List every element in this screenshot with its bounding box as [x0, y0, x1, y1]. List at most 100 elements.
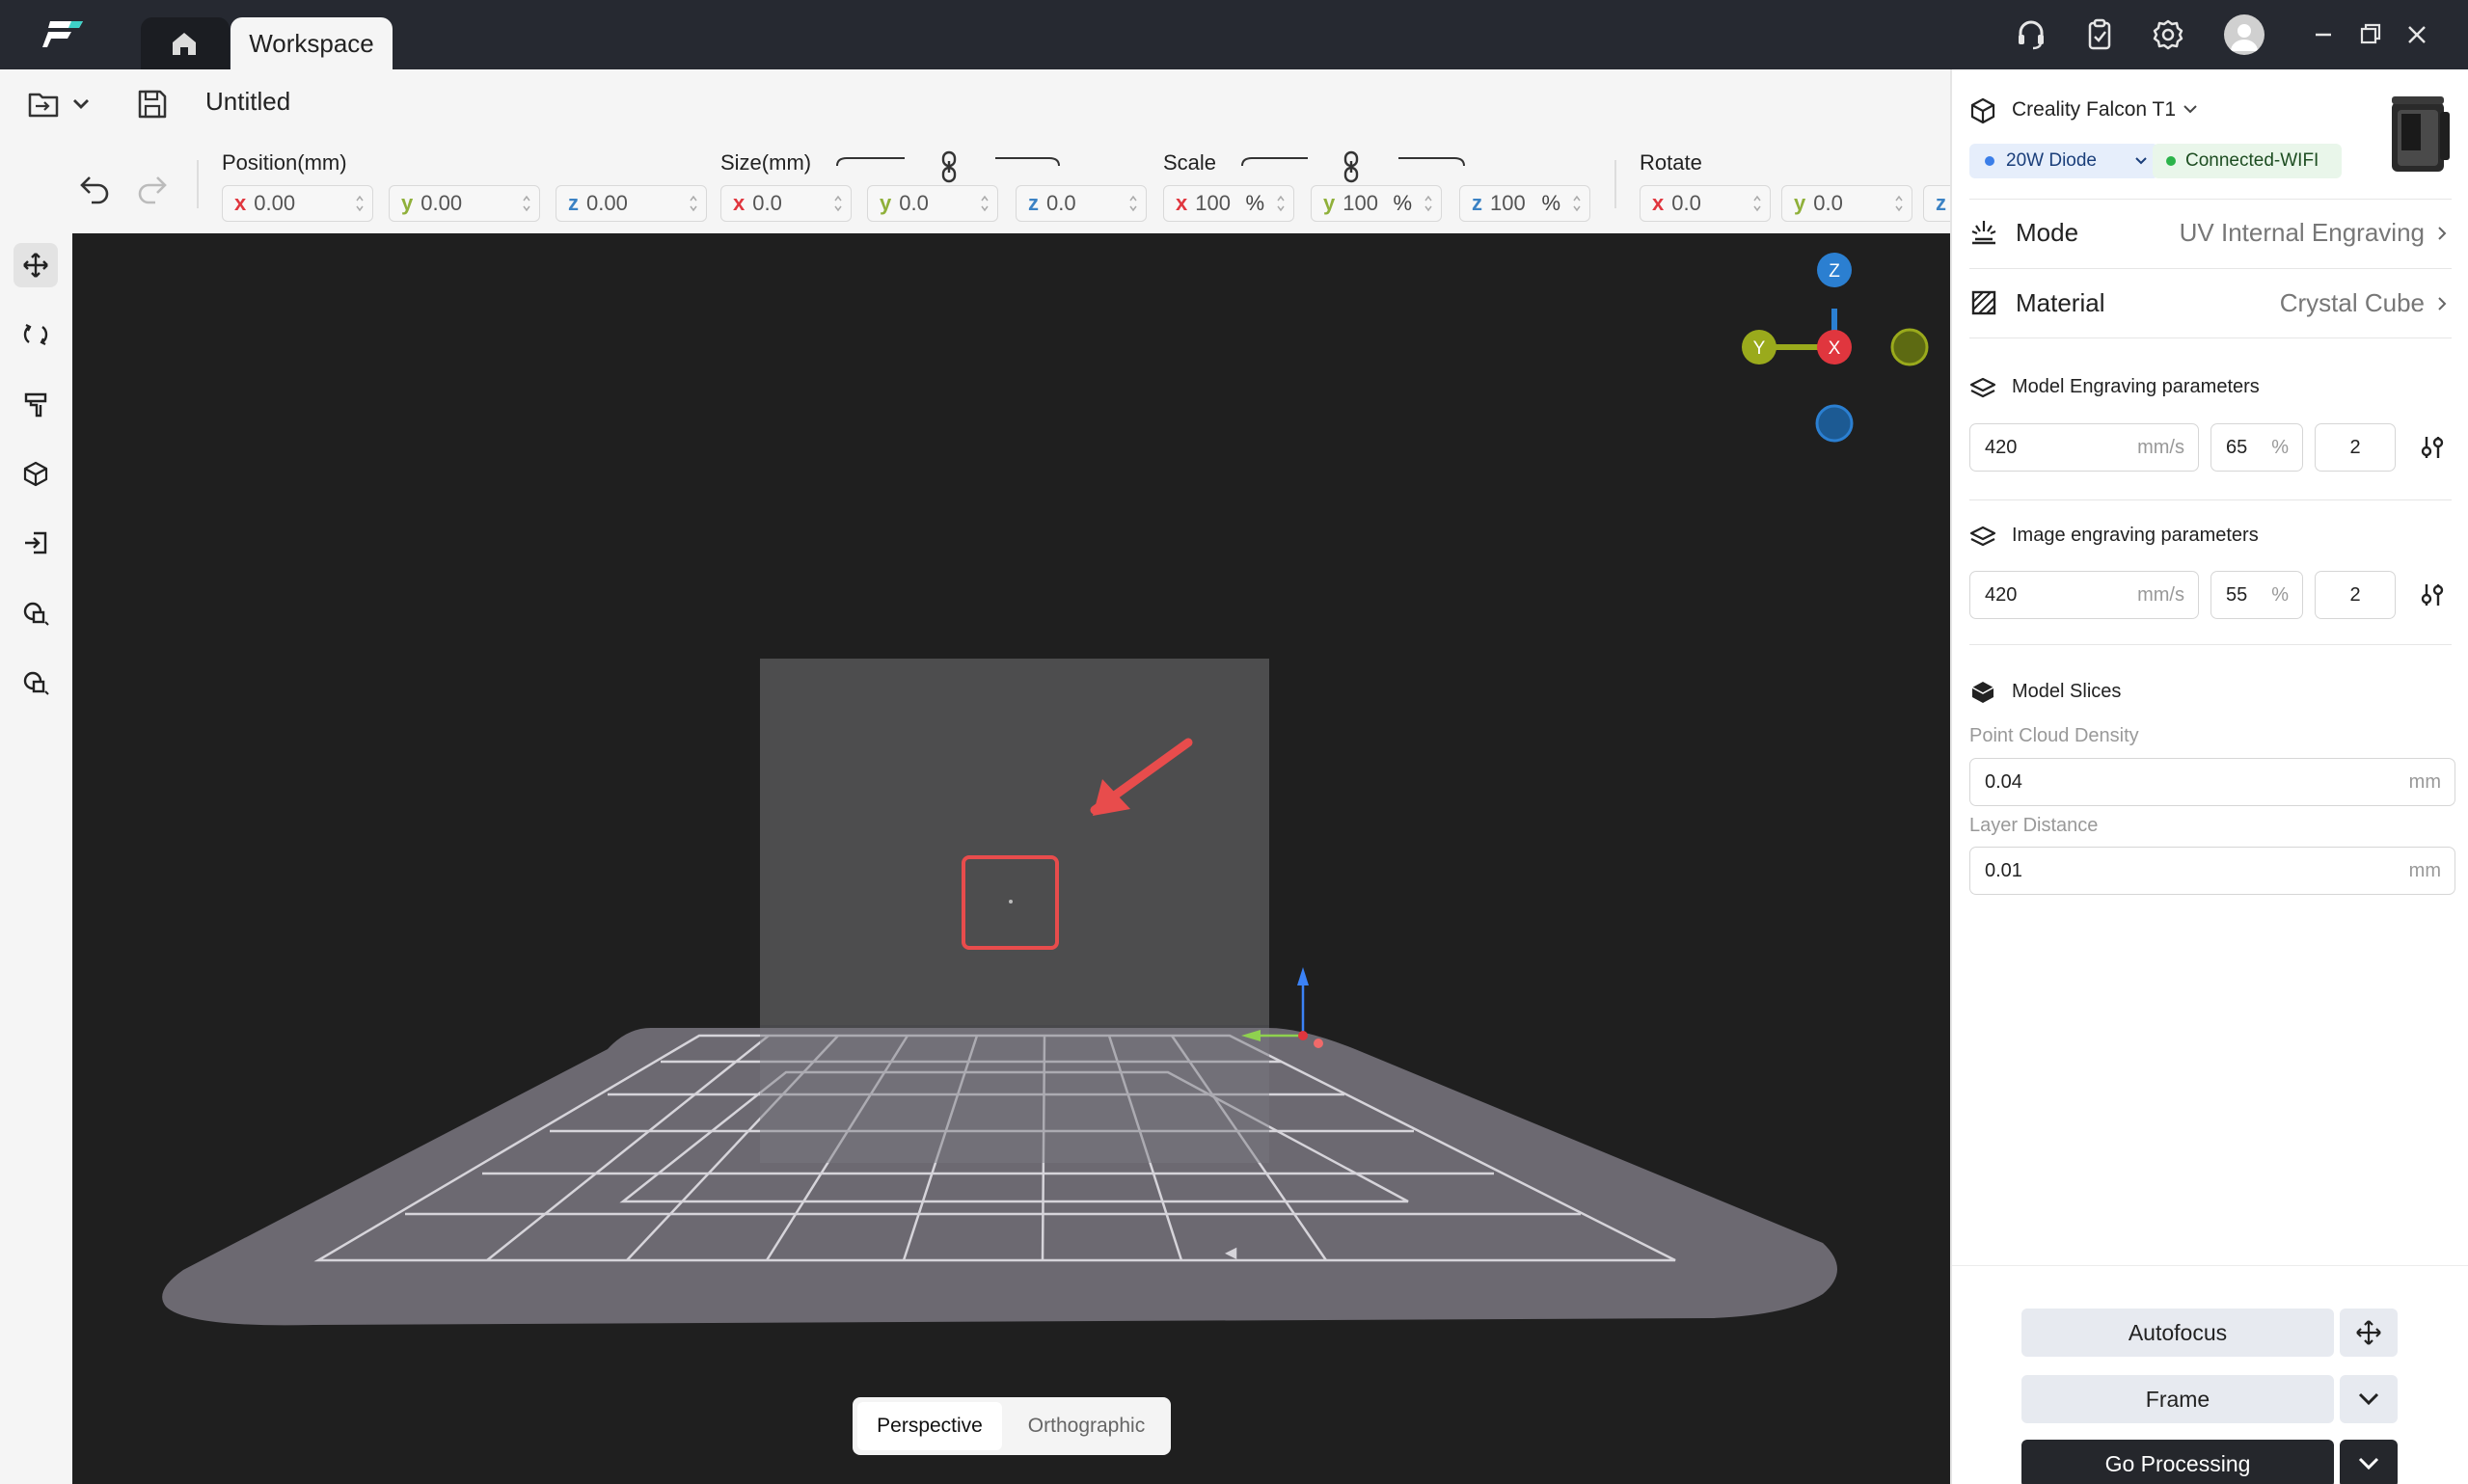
size-y-input[interactable]: y 0.0 [867, 185, 998, 222]
spinner-icon[interactable] [1572, 192, 1582, 215]
mode-row[interactable]: Mode UV Internal Engraving [1969, 199, 2452, 266]
position-x-input[interactable]: x 0.00 [222, 185, 373, 222]
image-passes-input[interactable]: 2 [2315, 571, 2396, 619]
viewport-canvas[interactable]: ◀ Z Y X [72, 233, 1950, 1484]
tune-icon[interactable] [2419, 581, 2446, 608]
power-unit: % [2271, 437, 2289, 458]
user-icon [2231, 24, 2258, 51]
save-icon[interactable] [135, 87, 170, 121]
slices-icon [1971, 682, 1994, 703]
go-processing-button[interactable]: Go Processing [2021, 1440, 2334, 1484]
rotate-x-input[interactable]: x 0.0 [1640, 185, 1771, 222]
spinner-icon[interactable] [1128, 192, 1138, 215]
connection-label: Connected-WIFI [2185, 150, 2319, 171]
spinner-icon[interactable] [689, 192, 698, 215]
scale-unit: % [1393, 191, 1412, 215]
rotate-y-value: 0.0 [1813, 191, 1843, 215]
spinner-icon[interactable] [1424, 192, 1433, 215]
spinner-icon[interactable] [1752, 192, 1762, 215]
3d-viewport[interactable]: ◀ Z Y X Perspective Orthographic [72, 233, 1950, 1484]
scale-x-input[interactable]: x 100 % [1163, 185, 1294, 222]
rotate-y-input[interactable]: y 0.0 [1781, 185, 1912, 222]
minimize-icon[interactable] [2306, 17, 2341, 52]
axis-z-label: z [1936, 191, 1946, 215]
autofocus-move-button[interactable] [2340, 1309, 2398, 1357]
frame-dropdown[interactable] [2340, 1375, 2398, 1423]
origin-x-point [1298, 1031, 1308, 1040]
shapes-tool[interactable] [14, 590, 58, 634]
laser-module-selector[interactable]: 20W Diode [1969, 144, 2158, 178]
spinner-icon[interactable] [1894, 192, 1904, 215]
orthographic-button[interactable]: Orthographic [1007, 1402, 1166, 1450]
perspective-button[interactable]: Perspective [857, 1402, 1002, 1450]
rotate-x-value: 0.0 [1671, 191, 1701, 215]
cube-tool[interactable] [14, 451, 58, 496]
spinner-icon[interactable] [980, 192, 990, 215]
view-mode-toggle: Perspective Orthographic [853, 1397, 1171, 1455]
frame-button[interactable]: Frame [2021, 1375, 2334, 1423]
scale-z-input[interactable]: z 100 % [1459, 185, 1590, 222]
image-speed-input[interactable]: 420 mm/s [1969, 571, 2199, 619]
link-icon[interactable] [1340, 150, 1363, 183]
headset-icon[interactable] [2014, 17, 2048, 52]
spinner-icon[interactable] [833, 192, 843, 215]
brush-tool[interactable] [14, 382, 58, 426]
gizmo-neg-z-handle[interactable] [1815, 404, 1854, 443]
model-power-value: 65 [2226, 437, 2248, 458]
gizmo-y-label: Y [1753, 338, 1766, 359]
point-cloud-density-input[interactable]: 0.04 mm [1969, 758, 2455, 806]
size-z-input[interactable]: z 0.0 [1016, 185, 1147, 222]
connection-status[interactable]: Connected-WIFI [2153, 144, 2342, 178]
layer-distance-label: Layer Distance [1969, 815, 2099, 836]
chevron-down-icon[interactable] [2182, 102, 2199, 116]
import-tool[interactable] [14, 521, 58, 565]
shapes-tool-2[interactable] [14, 660, 58, 704]
undo-icon[interactable] [77, 172, 112, 204]
machine-selector[interactable]: Creality Falcon T1 [2012, 98, 2176, 121]
open-folder-icon[interactable] [27, 89, 62, 121]
close-icon[interactable] [2400, 17, 2434, 52]
spinner-icon[interactable] [355, 192, 365, 215]
rotate-z-input[interactable]: z [1923, 185, 1950, 222]
go-processing-dropdown[interactable] [2340, 1440, 2398, 1484]
move-tool[interactable] [14, 243, 58, 287]
model-speed-input[interactable]: 420 mm/s [1969, 423, 2199, 472]
scale-x-value: 100 [1195, 191, 1231, 215]
chevron-right-icon [2438, 227, 2447, 240]
layer-distance-input[interactable]: 0.01 mm [1969, 847, 2455, 895]
gizmo-neg-y-handle[interactable] [1890, 328, 1929, 366]
machine-image [2392, 96, 2450, 172]
chevron-down-icon [2358, 1392, 2379, 1406]
spinner-icon[interactable] [1276, 192, 1286, 215]
autofocus-button[interactable]: Autofocus [2021, 1309, 2334, 1357]
model-speed-value: 420 [1985, 437, 2018, 458]
model-passes-input[interactable]: 2 [2315, 423, 2396, 472]
material-row[interactable]: Material Crystal Cube [1969, 269, 2452, 337]
avatar[interactable] [2224, 14, 2265, 55]
tune-icon[interactable] [2419, 434, 2446, 461]
model-power-input[interactable]: 65 % [2210, 423, 2303, 472]
spinner-icon[interactable] [522, 192, 531, 215]
redo-icon[interactable] [135, 172, 170, 204]
home-tab[interactable] [141, 17, 230, 69]
import-icon [25, 531, 47, 554]
left-toolbar [0, 233, 72, 1484]
link-icon[interactable] [937, 150, 961, 183]
material-label: Material [2016, 288, 2105, 317]
position-z-input[interactable]: z 0.00 [556, 185, 707, 222]
gear-icon[interactable] [2151, 17, 2185, 52]
scale-y-input[interactable]: y 100 % [1311, 185, 1442, 222]
gizmo-x-label: X [1829, 338, 1841, 359]
tab-workspace[interactable]: Workspace [231, 17, 393, 69]
divider [1969, 499, 2452, 500]
settings-panel: Creality Falcon T1 20W Diode Connected-W… [1950, 69, 2468, 1484]
chevron-down-icon[interactable] [71, 96, 91, 112]
position-y-input[interactable]: y 0.00 [389, 185, 540, 222]
restore-icon[interactable] [2353, 17, 2388, 52]
image-power-input[interactable]: 55 % [2210, 571, 2303, 619]
clipboard-icon[interactable] [2082, 17, 2117, 52]
laser-beam-icon [1971, 221, 1996, 245]
size-x-input[interactable]: x 0.0 [720, 185, 852, 222]
laser-status-dot [1985, 156, 1994, 166]
rotate-tool[interactable] [14, 312, 58, 357]
